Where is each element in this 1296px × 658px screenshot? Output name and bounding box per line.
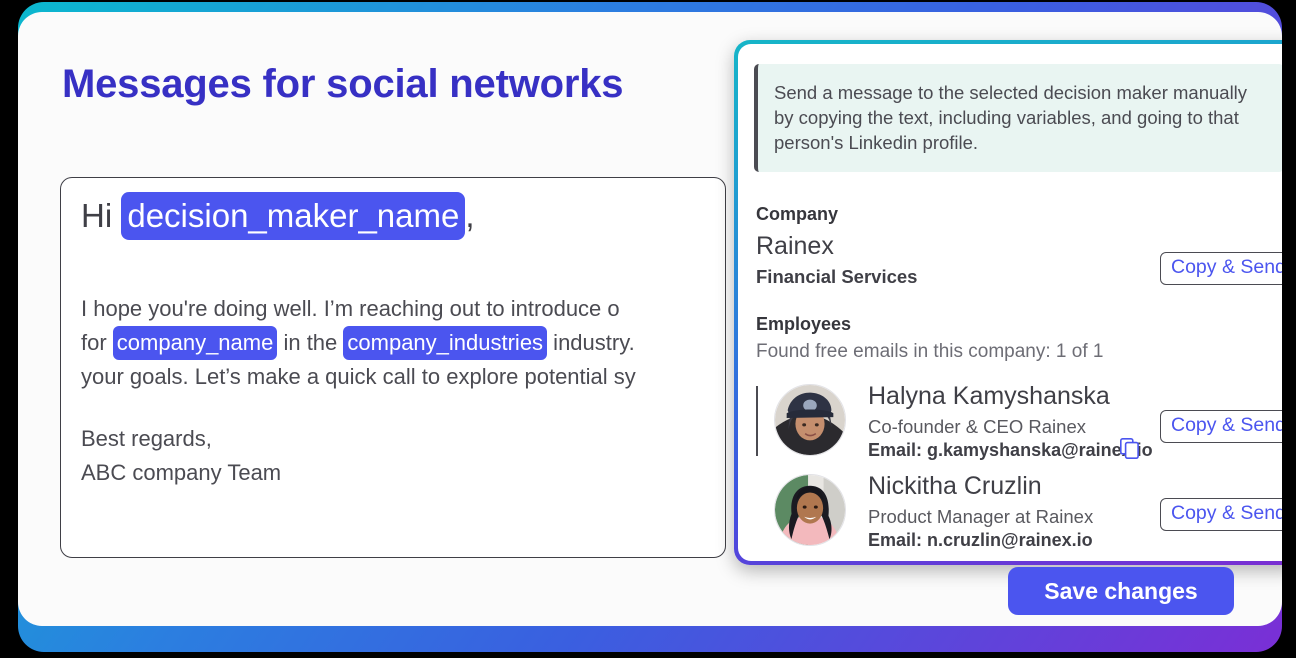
line2-suffix: industry. <box>547 330 635 355</box>
decision-maker-panel-frame: Send a message to the selected decision … <box>734 40 1282 565</box>
company-name: Rainex <box>756 232 834 260</box>
employee-copy-send-button[interactable]: Copy & Send <box>1160 498 1282 531</box>
employees-found-text: Found free emails in this company: 1 of … <box>756 341 1104 362</box>
company-section-label: Company <box>756 204 839 224</box>
avatar <box>774 474 846 546</box>
employee-row[interactable]: Halyna Kamyshanska Co-founder & CEO Rain… <box>756 382 1156 460</box>
employee-accent-bar <box>756 386 758 456</box>
employee-email: Email: g.kamyshanska@rainex.io <box>868 440 1153 460</box>
app-card: Messages for social networks Hi decision… <box>18 12 1282 626</box>
employee-email: Email: n.cruzlin@rainex.io <box>868 530 1093 550</box>
message-greeting: Hi decision_maker_name, <box>81 192 725 240</box>
message-signoff: Best regards, ABC company Team <box>81 422 725 490</box>
greeting-suffix: , <box>465 197 475 234</box>
variable-company-industries[interactable]: company_industries <box>343 326 548 360</box>
paragraph-line-3: your goals. Let’s make a quick call to e… <box>81 364 636 389</box>
employee-role: Product Manager at Rainex <box>868 506 1094 527</box>
employee-role: Co-founder & CEO Rainex <box>868 416 1086 437</box>
employee-name: Nickitha Cruzlin <box>868 472 1042 500</box>
employees-section-label: Employees <box>756 314 852 334</box>
line2-mid: in the <box>277 330 344 355</box>
signoff-line-2: ABC company Team <box>81 460 282 485</box>
employee-row[interactable]: Nickitha Cruzlin Product Manager at Rain… <box>756 472 1156 550</box>
page-title: Messages for social networks <box>62 62 624 106</box>
line2-prefix: for <box>81 330 113 355</box>
message-template-card[interactable]: Hi decision_maker_name, I hope you're do… <box>60 177 726 558</box>
company-copy-send-button[interactable]: Copy & Send <box>1160 252 1282 285</box>
info-note-text: Send a message to the selected decision … <box>774 82 1248 153</box>
signoff-line-1: Best regards, <box>81 426 212 451</box>
message-body: Hi decision_maker_name, I hope you're do… <box>81 192 725 490</box>
decision-maker-panel: Send a message to the selected decision … <box>738 44 1282 561</box>
paragraph-line-2: for company_name in the company_industri… <box>81 326 725 360</box>
save-changes-button[interactable]: Save changes <box>1008 567 1234 615</box>
avatar <box>774 384 846 456</box>
variable-company-name[interactable]: company_name <box>112 326 278 360</box>
employee-copy-send-button[interactable]: Copy & Send <box>1160 410 1282 443</box>
message-paragraph: I hope you're doing well. I’m reaching o… <box>81 292 725 394</box>
variable-decision-maker-name[interactable]: decision_maker_name <box>121 192 466 240</box>
paragraph-line-1: I hope you're doing well. I’m reaching o… <box>81 296 620 321</box>
employee-name: Halyna Kamyshanska <box>868 382 1110 410</box>
info-note: Send a message to the selected decision … <box>754 64 1282 172</box>
copy-email-icon[interactable] <box>1120 438 1139 459</box>
greeting-prefix: Hi <box>81 197 122 234</box>
company-industry: Financial Services <box>756 266 918 287</box>
